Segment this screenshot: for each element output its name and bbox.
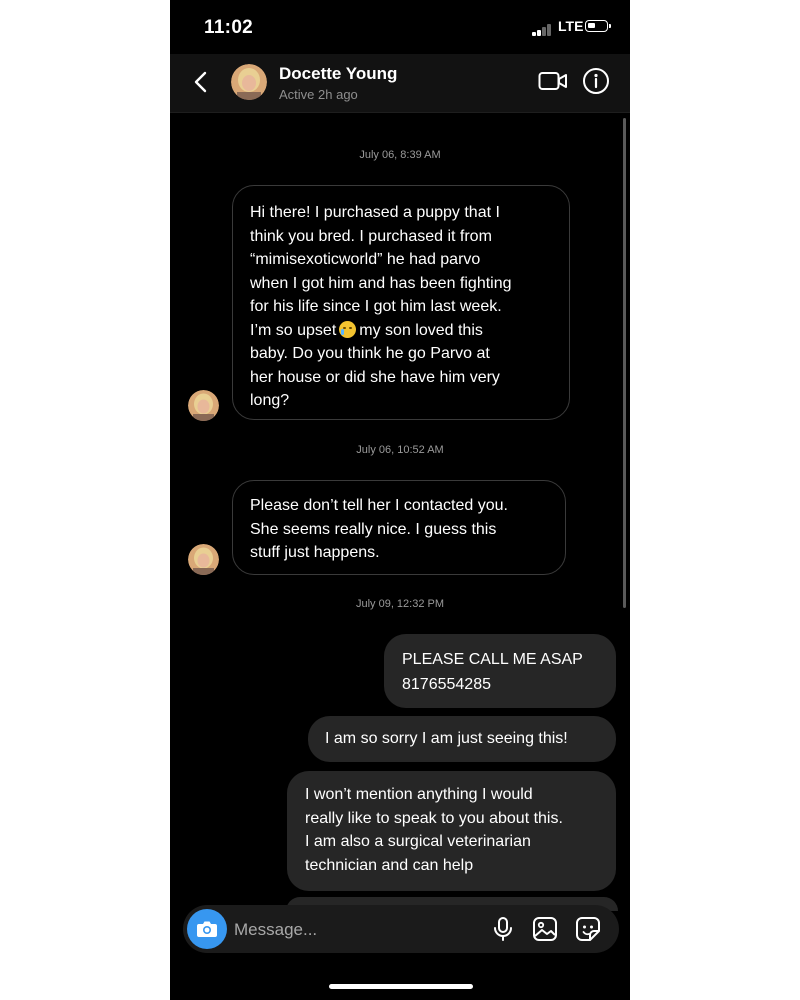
message-line: “mimisexoticworld” he had parvo: [250, 251, 481, 268]
signal-icon: [532, 23, 556, 36]
message-timestamp: July 06, 10:52 AM: [356, 444, 444, 456]
sent-message[interactable]: I am so sorry I am just seeing this!: [308, 716, 616, 762]
message-line: when I got him and has been fighting: [250, 274, 512, 292]
message-timestamp: July 06, 8:39 AM: [359, 149, 441, 161]
gallery-icon[interactable]: [532, 916, 558, 942]
crying-face-emoji-icon: [339, 320, 357, 338]
camera-icon: [197, 921, 217, 937]
message-line: Please don’t tell her I contacted you.: [250, 497, 508, 514]
received-message[interactable]: Please don’t tell her I contacted you. S…: [232, 480, 566, 575]
video-call-icon[interactable]: [538, 70, 568, 92]
message-timestamp: July 09, 12:32 PM: [355, 598, 445, 610]
message-line: my son loved this: [359, 321, 483, 339]
home-indicator[interactable]: [329, 984, 473, 989]
network-label: LTE: [558, 18, 584, 34]
battery-icon: [585, 20, 611, 32]
message-line: long?: [250, 392, 290, 409]
message-line: technician and can help: [305, 856, 474, 874]
sticker-icon[interactable]: [575, 916, 601, 942]
contact-name[interactable]: Docette Young: [279, 64, 397, 84]
message-line: stuff just happens.: [250, 544, 380, 561]
message-line: PLEASE CALL ME ASAP: [402, 651, 583, 668]
sent-message[interactable]: I won’t mention anything I would really …: [287, 771, 616, 891]
back-icon[interactable]: [190, 68, 214, 96]
message-line: really like to speak to you about this.: [305, 809, 563, 827]
sender-avatar[interactable]: [188, 544, 219, 575]
message-line: her house or did she have him very: [250, 368, 500, 386]
message-line: 8176554285: [402, 676, 491, 693]
message-line: I won’t mention anything I would: [305, 786, 533, 803]
message-line: I am also a surgical veterinarian: [305, 833, 531, 850]
status-bar: 11:02 LTE: [170, 0, 630, 54]
message-line: for his life since I got him last week.: [250, 298, 502, 315]
info-icon[interactable]: [582, 67, 610, 95]
message-composer: [183, 905, 619, 953]
message-line: I’m so upset: [250, 321, 337, 339]
contact-activity-status: Active 2h ago: [279, 87, 358, 102]
received-message[interactable]: Hi there! I purchased a puppy that I thi…: [232, 185, 570, 420]
message-line: Hi there! I purchased a puppy that I: [250, 204, 500, 221]
scrollbar[interactable]: [623, 118, 626, 608]
message-line: baby. Do you think he go Parvo at: [250, 345, 490, 362]
sent-message[interactable]: PLEASE CALL ME ASAP 8176554285: [384, 634, 616, 708]
message-input[interactable]: [232, 917, 466, 943]
message-line: I am so sorry I am just seeing this!: [325, 730, 568, 747]
chat-header: Docette Young Active 2h ago: [170, 54, 630, 113]
sender-avatar[interactable]: [188, 390, 219, 421]
phone-screen: 11:02 LTE Docette Young Active 2h ago Ju…: [170, 0, 630, 1000]
contact-avatar[interactable]: [231, 64, 267, 100]
message-line: She seems really nice. I guess this: [250, 520, 497, 538]
status-time: 11:02: [204, 17, 254, 38]
message-line: think you bred. I purchased it from: [250, 227, 492, 245]
camera-button[interactable]: [187, 909, 227, 949]
microphone-icon[interactable]: [490, 916, 516, 942]
